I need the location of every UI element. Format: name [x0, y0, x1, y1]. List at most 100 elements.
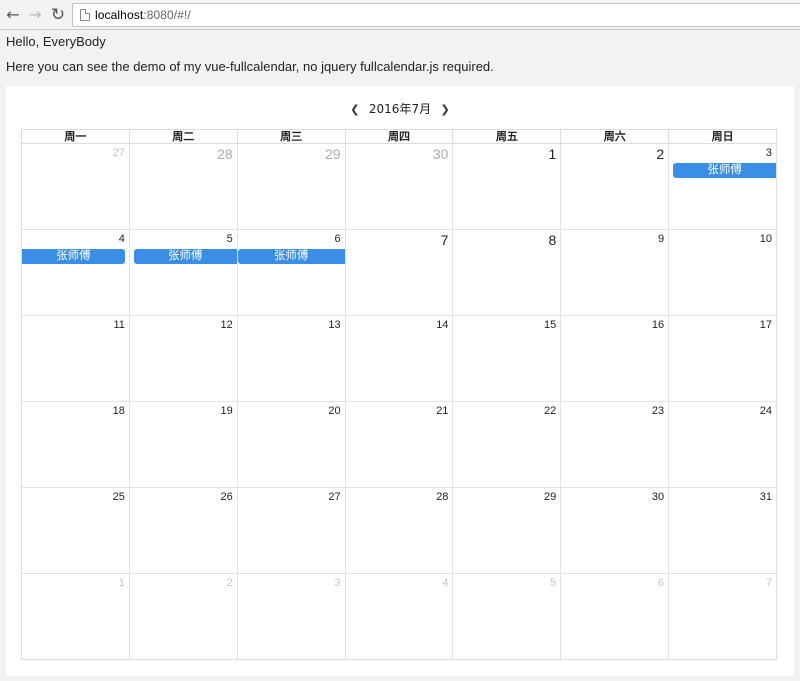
day-cell[interactable]: 6 — [561, 574, 670, 659]
calendar-weeks: 27 28 29 30 1 2 3 张师傅 4 张师傅 5 张师傅 6 张师傅 7 8 9 10 11 12 13 14 1… — [22, 144, 777, 659]
weekday-label: 周三 — [238, 130, 346, 143]
url-text[interactable]: localhost:8080/#!/ — [95, 8, 191, 22]
day-number: 14 — [436, 319, 449, 331]
day-cell[interactable]: 8 — [453, 230, 562, 315]
day-number: 26 — [220, 491, 233, 503]
day-cell[interactable]: 22 — [453, 402, 562, 487]
day-number: 2 — [656, 146, 665, 162]
day-cell[interactable]: 24 — [669, 402, 776, 487]
day-cell[interactable]: 7 — [346, 230, 454, 315]
day-number: 7 — [765, 577, 773, 589]
weekday-label: 周二 — [130, 130, 238, 143]
day-cell[interactable]: 2 — [561, 144, 670, 229]
day-cell[interactable]: 25 — [22, 488, 130, 573]
url-path: :8080/#!/ — [143, 8, 191, 22]
day-cell[interactable]: 11 — [22, 316, 130, 401]
week-row: 11 12 13 14 15 16 17 — [22, 316, 776, 402]
week-row: 1 2 3 4 5 6 7 — [22, 574, 776, 659]
next-month-icon[interactable]: ❯ — [438, 103, 452, 116]
calendar-event[interactable]: 张师傅 — [673, 163, 777, 178]
day-cell[interactable]: 20 — [238, 402, 346, 487]
day-cell[interactable]: 4 — [346, 574, 454, 659]
day-cell[interactable]: 3 张师傅 — [669, 144, 777, 229]
day-number: 6 — [658, 577, 665, 589]
day-number: 29 — [325, 146, 341, 162]
prev-month-icon[interactable]: ❮ — [348, 103, 362, 116]
reload-icon[interactable]: ↻ — [48, 5, 68, 25]
day-cell[interactable]: 5 张师傅 — [130, 230, 238, 315]
calendar-event[interactable]: 张师傅 — [133, 249, 237, 264]
day-cell[interactable]: 15 — [453, 316, 562, 401]
day-cell[interactable]: 19 — [130, 402, 238, 487]
day-cell[interactable]: 13 — [238, 316, 346, 401]
weekday-label: 周日 — [711, 130, 734, 143]
day-cell[interactable]: 12 — [130, 316, 238, 401]
week-row: 27 28 29 30 1 2 3 张师傅 — [22, 144, 777, 230]
weekday-label: 周一 — [22, 130, 130, 143]
day-cell[interactable]: 21 — [346, 402, 454, 487]
day-cell[interactable]: 6 张师傅 — [237, 230, 346, 315]
week-row: 25 26 27 28 29 30 31 — [22, 488, 776, 574]
day-cell[interactable]: 31 — [669, 488, 776, 573]
browser-toolbar: ← → ↻ localhost:8080/#!/ — [0, 0, 800, 30]
weekday-label: 周四 — [346, 130, 454, 143]
day-number: 2 — [226, 577, 233, 589]
page-icon — [80, 9, 90, 21]
day-cell[interactable]: 29 — [238, 144, 346, 229]
day-number: 5 — [226, 233, 233, 245]
day-cell[interactable]: 14 — [346, 316, 454, 401]
day-number: 6 — [334, 233, 341, 245]
weekday-header-row: 周一 周二 周三 周四 周五 周六 周日 — [22, 130, 776, 144]
day-cell[interactable]: 2 — [130, 574, 238, 659]
back-arrow-icon[interactable]: ← — [3, 5, 23, 25]
day-cell[interactable]: 1 — [22, 574, 130, 659]
day-cell[interactable]: 30 — [346, 144, 454, 229]
day-number: 8 — [548, 232, 557, 248]
url-host: localhost — [95, 8, 144, 22]
day-cell[interactable]: 5 — [453, 574, 562, 659]
calendar-event[interactable]: 张师傅 — [22, 249, 125, 264]
day-cell[interactable]: 29 — [453, 488, 562, 573]
week-row: 4 张师傅 5 张师傅 6 张师傅 7 8 9 10 — [22, 230, 776, 316]
day-cell[interactable]: 27 — [22, 144, 130, 229]
day-cell[interactable]: 7 — [669, 574, 776, 659]
day-number: 13 — [328, 319, 341, 331]
address-bar[interactable]: localhost:8080/#!/ — [72, 3, 800, 27]
day-cell[interactable]: 4 张师傅 — [22, 230, 130, 315]
calendar-header: ❮ 2016年7月 ❯ — [6, 100, 794, 116]
day-number: 23 — [651, 405, 665, 417]
day-cell[interactable]: 23 — [561, 402, 670, 487]
day-cell[interactable]: 18 — [22, 402, 130, 487]
calendar-event[interactable]: 张师傅 — [237, 249, 345, 264]
day-number: 28 — [217, 146, 233, 162]
day-cell[interactable]: 26 — [130, 488, 238, 573]
day-cell[interactable]: 1 — [453, 144, 562, 229]
weekday-label: 周五 — [453, 130, 562, 143]
day-number: 27 — [328, 491, 341, 503]
day-number: 24 — [759, 405, 773, 417]
day-cell[interactable]: 30 — [561, 488, 670, 573]
day-cell[interactable]: 27 — [238, 488, 346, 573]
day-number: 5 — [550, 577, 557, 589]
day-number: 22 — [544, 405, 557, 417]
day-cell[interactable]: 10 — [669, 230, 776, 315]
day-number: 27 — [112, 147, 125, 159]
calendar-panel: ❮ 2016年7月 ❯ 周一 周二 周三 周四 周五 周六 周日 27 28 29 30 1 2 3 张师傅 4… — [6, 86, 794, 676]
day-cell[interactable]: 16 — [561, 316, 670, 401]
weekday-label: 周六 — [561, 130, 670, 143]
day-cell[interactable]: 28 — [130, 144, 238, 229]
day-cell[interactable]: 9 — [561, 230, 670, 315]
day-number: 21 — [436, 405, 449, 417]
day-cell[interactable]: 28 — [346, 488, 454, 573]
day-number: 11 — [113, 319, 125, 331]
day-number: 3 — [765, 147, 773, 159]
forward-arrow-icon[interactable]: → — [25, 5, 45, 25]
day-number: 16 — [651, 319, 665, 331]
day-number: 25 — [112, 491, 125, 503]
day-cell[interactable]: 17 — [669, 316, 776, 401]
day-cell[interactable]: 3 — [238, 574, 346, 659]
day-number: 28 — [436, 491, 449, 503]
day-number: 1 — [548, 146, 557, 162]
day-number: 3 — [334, 577, 341, 589]
day-number: 7 — [440, 232, 449, 248]
